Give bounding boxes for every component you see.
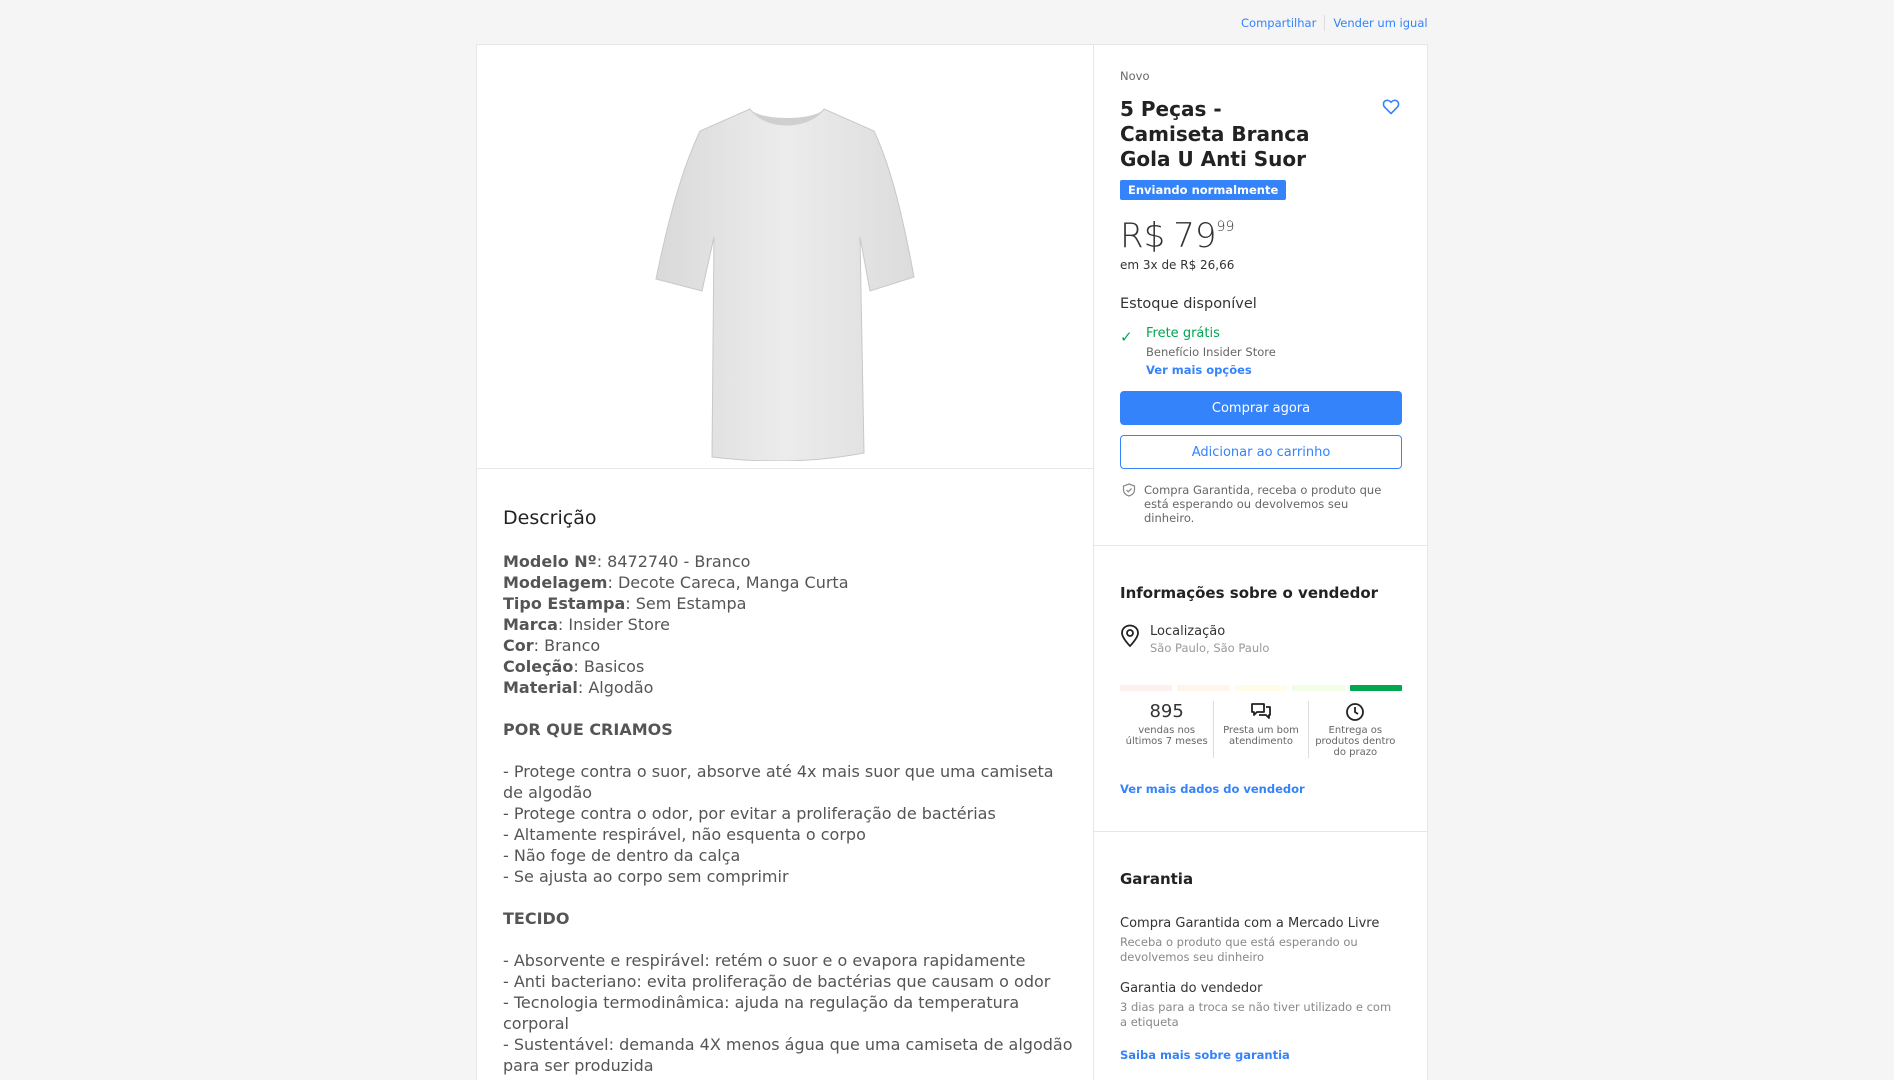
favorite-heart-icon[interactable]: [1382, 99, 1400, 115]
list-item: - Sustentável: demanda 4X menos água que…: [503, 1035, 1073, 1075]
list-item: - Anti bacteriano: evita proliferação de…: [503, 972, 1051, 991]
sales-count: 895: [1149, 701, 1184, 722]
section1-title: POR QUE CRIAMOS: [503, 720, 673, 739]
list-item: - Altamente respirável, não esquenta o c…: [503, 825, 866, 844]
shipping-status-badge: Enviando normalmente: [1120, 180, 1287, 200]
stat-service: Presta um bom atendimento: [1213, 701, 1307, 758]
list-item: - Protege contra o suor, absorve até 4x …: [503, 762, 1054, 802]
spec-row: Modelagem: Decote Careca, Manga Curta: [503, 572, 1073, 593]
spec-key: Modelagem: [503, 573, 608, 592]
product-card: Descrição Modelo Nº: 8472740 - Branco Mod…: [476, 44, 1428, 1080]
spec-row: Material: Algodão: [503, 677, 1073, 698]
more-options-link[interactable]: Ver mais opções: [1146, 363, 1402, 377]
spec-key: Marca: [503, 615, 558, 634]
product-image[interactable]: [652, 101, 922, 461]
list-item: - Protege contra o odor, por evitar a pr…: [503, 804, 996, 823]
warranty-item2-title: Garantia do vendedor: [1120, 981, 1263, 996]
list-item: - Se ajusta ao corpo sem comprimir: [503, 867, 789, 886]
product-gallery[interactable]: [477, 45, 1094, 469]
warranty-title: Garantia: [1120, 870, 1194, 888]
thermometer-segment: [1177, 685, 1230, 691]
price-integer: 79: [1173, 216, 1217, 256]
price-currency: R$: [1120, 216, 1166, 256]
spec-value: : Branco: [533, 636, 601, 655]
spec-value: : Decote Careca, Manga Curta: [607, 573, 849, 592]
thermometer-segment: [1292, 685, 1345, 691]
description-title: Descrição: [503, 507, 597, 529]
shipping-info: ✓ Frete grátis Benefício Insider Store V…: [1120, 326, 1402, 377]
seller-info-section: Informações sobre o vendedor Localização…: [1094, 546, 1428, 832]
section1-list: - Protege contra o suor, absorve até 4x …: [503, 761, 1073, 887]
spec-value: : Algodão: [577, 678, 654, 697]
spec-value: : Sem Estampa: [625, 594, 747, 613]
clock-icon: [1346, 703, 1365, 721]
price-cents: 99: [1216, 219, 1235, 235]
product-title: 5 Peças - Camiseta Branca Gola U Anti Su…: [1120, 97, 1310, 171]
right-column: Novo 5 Peças - Camiseta Branca Gola U An…: [1094, 45, 1428, 1062]
top-links: Compartilhar Vender um igual: [1241, 15, 1428, 31]
warranty-item1-desc: Receba o produto que está esperando ou d…: [1120, 935, 1358, 964]
thermometer-segment: [1120, 685, 1173, 691]
section2-list: - Absorvente e respirável: retém o suor …: [503, 950, 1073, 1076]
check-icon: ✓: [1120, 328, 1133, 346]
location-value: São Paulo, São Paulo: [1150, 641, 1270, 655]
seller-location: Localização São Paulo, São Paulo: [1120, 624, 1402, 655]
spec-value: : 8472740 - Branco: [596, 552, 751, 571]
spec-row: Modelo Nº: 8472740 - Branco: [503, 551, 1073, 572]
warranty-link[interactable]: Saiba mais sobre garantia: [1120, 1048, 1402, 1062]
shield-icon: [1122, 483, 1136, 497]
stat-sales: 895 vendas nos últimos 7 meses: [1120, 701, 1213, 758]
service-label: Presta um bom atendimento: [1223, 725, 1299, 747]
guarantee-note: Compra Garantida, receba o produto que e…: [1120, 483, 1402, 525]
section2-title: TECIDO: [503, 909, 570, 928]
spec-row: Tipo Estampa: Sem Estampa: [503, 593, 1073, 614]
reputation-thermometer: [1120, 685, 1403, 691]
guarantee-text: Compra Garantida, receba o produto que e…: [1144, 483, 1382, 525]
spec-key: Material: [503, 678, 578, 697]
left-column: Descrição Modelo Nº: 8472740 - Branco Mod…: [477, 45, 1094, 1080]
spec-key: Tipo Estampa: [503, 594, 626, 613]
buy-box: Novo 5 Peças - Camiseta Branca Gola U An…: [1094, 45, 1428, 546]
seller-title: Informações sobre o vendedor: [1120, 584, 1379, 602]
price: R$ 79 99: [1120, 216, 1402, 256]
spec-value: : Basicos: [573, 657, 645, 676]
spec-key: Modelo Nº: [503, 552, 597, 571]
list-item: - Não foge de dentro da calça: [503, 846, 741, 865]
warranty-section: Garantia Compra Garantida com a Mercado …: [1094, 832, 1428, 1062]
warranty-item1-title: Compra Garantida com a Mercado Livre: [1120, 916, 1380, 931]
chat-bubbles-icon: [1251, 703, 1271, 719]
stock-status: Estoque disponível: [1120, 296, 1257, 312]
spec-row: Coleção: Basicos: [503, 656, 1073, 677]
list-item: - Tecnologia termodinâmica: ajuda na reg…: [503, 993, 1020, 1033]
seller-stats: 895 vendas nos últimos 7 meses Presta um…: [1120, 701, 1402, 758]
shipping-benefit: Benefício Insider Store: [1146, 345, 1276, 359]
free-shipping: Frete grátis: [1146, 326, 1220, 341]
spec-value: : Insider Store: [557, 615, 670, 634]
share-link[interactable]: Compartilhar: [1241, 16, 1316, 30]
sell-same-link[interactable]: Vender um igual: [1333, 16, 1427, 30]
description-section: Descrição Modelo Nº: 8472740 - Branco Mod…: [503, 507, 1073, 1076]
spec-list: Modelo Nº: 8472740 - Branco Modelagem: De…: [503, 551, 1073, 698]
condition-label: Novo: [1120, 69, 1150, 83]
spec-row: Cor: Branco: [503, 635, 1073, 656]
installments: em 3x de R$ 26,66: [1120, 258, 1235, 272]
seller-more-link[interactable]: Ver mais dados do vendedor: [1120, 782, 1402, 796]
spec-row: Marca: Insider Store: [503, 614, 1073, 635]
add-to-cart-button[interactable]: Adicionar ao carrinho: [1120, 435, 1402, 469]
location-label: Localização: [1150, 624, 1226, 639]
spec-key: Coleção: [503, 657, 574, 676]
location-pin-icon: [1121, 624, 1139, 648]
thermometer-segment: [1349, 685, 1403, 691]
stat-delivery: Entrega os produtos dentro do prazo: [1307, 701, 1402, 758]
warranty-item2-desc: 3 dias para a troca se não tiver utiliza…: [1120, 1000, 1392, 1029]
buy-now-button[interactable]: Comprar agora: [1120, 391, 1402, 425]
thermometer-segment: [1234, 685, 1288, 691]
divider: [1324, 15, 1326, 31]
list-item: - Absorvente e respirável: retém o suor …: [503, 951, 1026, 970]
sales-label: vendas nos últimos 7 meses: [1125, 725, 1208, 747]
delivery-label: Entrega os produtos dentro do prazo: [1315, 725, 1396, 758]
spec-key: Cor: [503, 636, 534, 655]
